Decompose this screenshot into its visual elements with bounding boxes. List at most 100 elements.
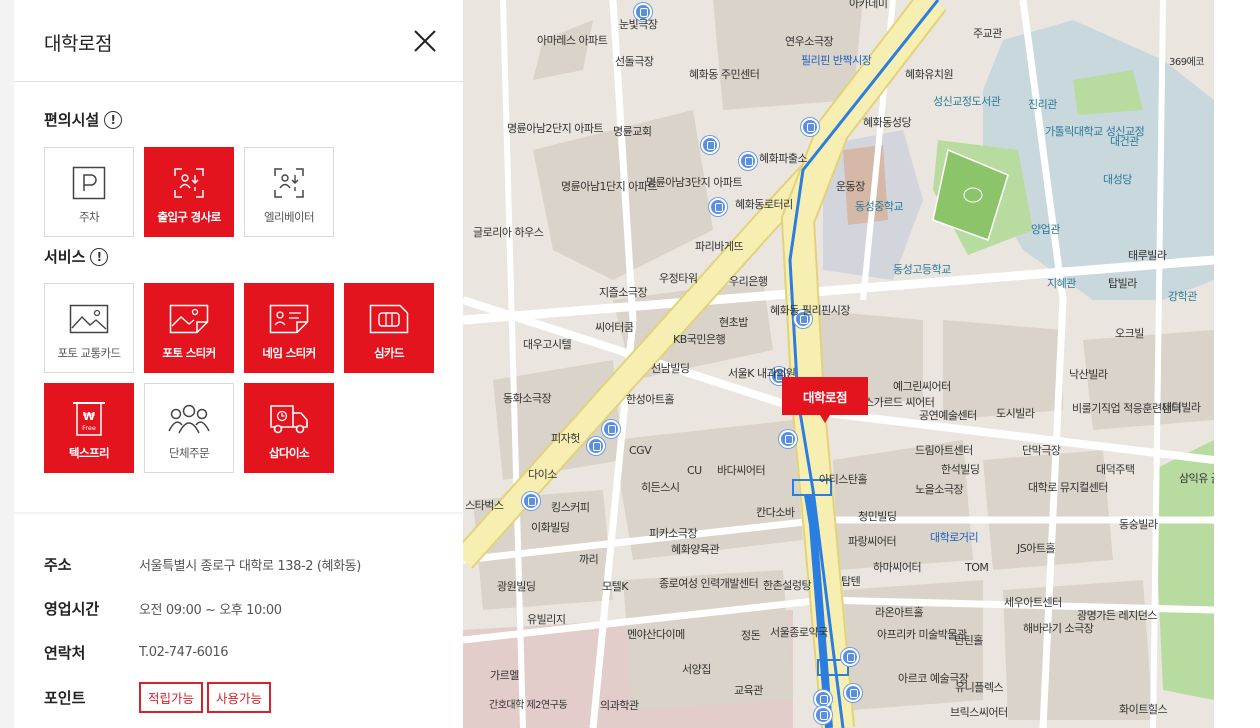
service-tax-free: ₩ Free 텍스프리 (44, 383, 134, 473)
map-place-label: 피카소극장 (649, 527, 698, 540)
map-place-label: 명륜아남2단지 아파트 (507, 122, 604, 135)
hours-value: 오전 09:00 ~ 오후 10:00 (139, 603, 282, 618)
map-place-label: CU (687, 464, 702, 477)
service-sim-card: 심카드 (344, 283, 434, 373)
map-place-label: 오크빌 (1115, 327, 1144, 340)
map-place-label: 예그린씨어터 (893, 380, 951, 393)
svg-text:Free: Free (82, 424, 96, 432)
services-heading: 서비스 ! (44, 246, 109, 267)
map-place-label: 주교관 (973, 27, 1002, 40)
map-place-label: 동화소극장 (503, 392, 552, 405)
store-info: 주소 서울특별시 종로구 대학로 138-2 (혜화동) 영업시간 오전 09:… (14, 514, 463, 728)
map-place-label: 한촌설렁탕 (763, 579, 812, 592)
map-place-label: 아르코 예술극장 (898, 672, 969, 685)
map-place-label: 탑빌라 (1108, 277, 1137, 290)
map-place-label: 간호대학 제2연구동 (489, 700, 568, 711)
map-place-label: 낙산빌라 (1069, 368, 1108, 381)
service-label: 텍스프리 (69, 446, 110, 460)
bus-stop-icon[interactable] (602, 420, 620, 438)
map-place-label: 혜화양육관 (671, 543, 720, 556)
bus-stop-icon[interactable] (844, 684, 862, 702)
map-place-label: 도시빌라 (996, 407, 1035, 420)
map-place-label: 한석빌딩 (941, 463, 980, 476)
map-place-label: 광명가든 레지던스 (1077, 609, 1157, 622)
service-delivery: 삽다이소 (244, 383, 334, 473)
panel-header: 대학로점 (14, 0, 463, 82)
contact-value[interactable]: T.02-747-6016 (139, 645, 229, 660)
map-place-label: 운동장 (836, 180, 865, 193)
map-place-label: 이화빌딩 (531, 521, 570, 534)
map-place-label: 공연예술센터 (919, 409, 977, 422)
map-place-label: 아카데미 (849, 0, 888, 10)
store-map[interactable]: 아카데미 눈빛극장 아마레스 아파트 선돌극장 연우소극장 필리핀 반짝시장 주… (463, 0, 1214, 728)
service-label: 네임 스티커 (262, 346, 316, 360)
map-place-label: 해바라기 소극장 (1023, 622, 1094, 635)
map-place-label: 종로여성 인력개발센터 (659, 577, 759, 590)
map-place-label: 세우아트센터 (1004, 596, 1062, 609)
map-place-label: 한성아트홀 (626, 393, 675, 406)
map-place-label: 혜화유치원 (905, 68, 954, 81)
map-place-label: 동성고등학교 (893, 263, 951, 276)
map-place-label: 씨어터쿰 (595, 321, 634, 334)
map-place-label: 양업관 (1031, 223, 1060, 236)
group-order-icon (168, 404, 210, 434)
map-place-label: 유니플렉스 (955, 681, 1004, 694)
map-place-label: 아마레스 아파트 (537, 34, 608, 47)
map-place-label: 라온아트홀 (875, 606, 924, 619)
hours-row: 영업시간 오전 09:00 ~ 오후 10:00 (44, 598, 282, 619)
map-place-label: 노을소극장 (915, 483, 964, 496)
map-place-label: 369에코 (1169, 57, 1205, 68)
map-place-label: 드림아트센터 (915, 444, 973, 457)
bus-stop-icon[interactable] (522, 492, 540, 510)
map-place-label: 스가르드 씨어터 (864, 396, 935, 409)
bus-stop-icon[interactable] (841, 648, 859, 666)
map-place-label: 명륜아남1단지 아파트 (561, 180, 658, 193)
service-label: 포토 교통카드 (57, 346, 122, 360)
facility-label: 주차 (79, 210, 100, 224)
map-place-label: 우정타워 (659, 272, 698, 285)
map-place-label: 비룰기직업 적응훈련센터 (1072, 402, 1181, 415)
map-place-label: 대덕빌라 (1162, 401, 1201, 414)
point-use-badge: 사용가능 (207, 682, 272, 713)
map-place-label: 선돌극장 (615, 55, 654, 68)
info-icon[interactable]: ! (90, 247, 109, 266)
facility-label: 엘리베이터 (264, 210, 315, 224)
bus-stop-icon[interactable] (701, 136, 719, 154)
map-place-label: 가르멜 (490, 669, 519, 682)
map-place-label: KB국민은행 (673, 333, 726, 346)
close-icon (414, 30, 436, 52)
map-place-label: 지즐소극장 (599, 286, 648, 299)
bus-stop-icon[interactable] (801, 118, 819, 136)
address-value: 서울특별시 종로구 대학로 138-2 (혜화동) (139, 559, 361, 574)
map-place-label: 까리 (579, 553, 599, 566)
map-place-label: 대학로 뮤지컬센터 (1028, 481, 1108, 494)
map-place-label: 태루빌라 (1128, 249, 1167, 262)
contact-row: 연락처 T.02-747-6016 (44, 642, 229, 663)
map-place-label: 선남빌딩 (651, 362, 690, 375)
map-place-label: TOM (965, 561, 989, 574)
bus-stop-icon[interactable] (779, 430, 797, 448)
map-place-label: 서양집 (682, 663, 711, 676)
map-place-label: 대우고시텔 (523, 338, 572, 351)
facility-elevator: 엘리베이터 (244, 147, 334, 237)
bus-stop-icon[interactable] (814, 706, 832, 724)
map-place-label: 혜화동성당 (863, 116, 912, 129)
store-map-pin[interactable]: 대학로점 (782, 377, 868, 423)
ramp-icon (174, 168, 204, 198)
service-name-sticker: 네임 스티커 (244, 283, 334, 373)
bus-stop-icon[interactable] (709, 198, 727, 216)
map-place-label: 피자헛 (551, 432, 580, 445)
close-button[interactable] (412, 28, 438, 54)
bus-stop-icon[interactable] (587, 437, 605, 455)
map-place-label: 서울K 내과의원 (728, 367, 796, 380)
service-label: 단체주문 (169, 446, 210, 460)
map-place-label: 청민빌딩 (858, 510, 897, 523)
photo-card-icon (69, 304, 109, 334)
map-place-label: 히든스시 (641, 481, 680, 494)
map-place-label: 글로리아 하우스 (473, 226, 544, 239)
bus-stop-icon[interactable] (739, 152, 757, 170)
point-label: 포인트 (44, 689, 86, 707)
info-icon[interactable]: ! (104, 110, 123, 129)
map-place-label: 삼익유 골드 (1179, 472, 1214, 485)
map-place-label: 다이소 (528, 468, 557, 481)
